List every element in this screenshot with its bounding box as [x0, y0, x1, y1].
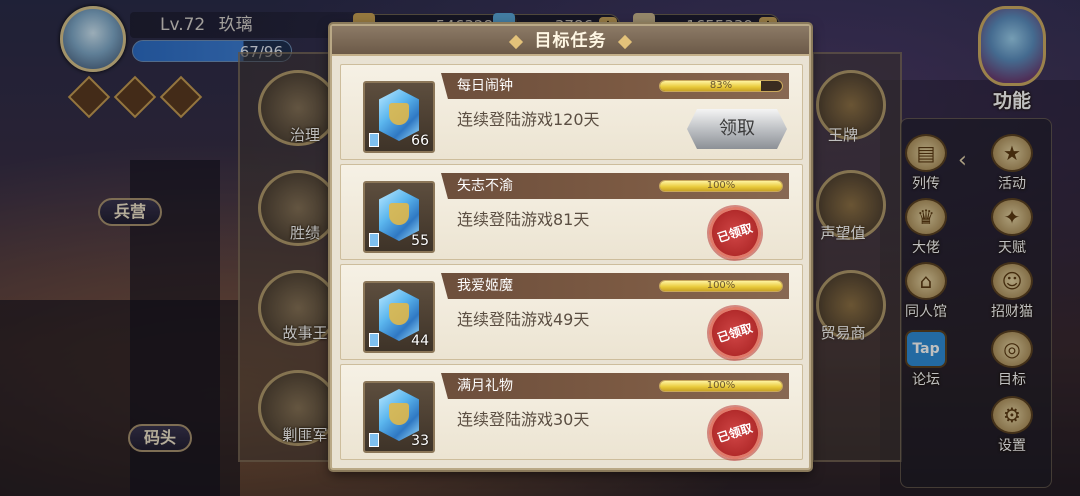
claimed-stamp: 已领取 [702, 300, 768, 366]
task-name: 我爱姬魔 [457, 278, 513, 294]
card-type-icon [369, 433, 379, 447]
claim-button[interactable]: 领取 [687, 109, 787, 149]
ornament-icon [617, 34, 632, 49]
emblem-icon [389, 103, 409, 125]
task-row: 33 满月礼物 100% 连续登陆游戏30天 已领取 [340, 364, 803, 466]
card-type-icon [369, 133, 379, 147]
dialog-title: 目标任务 [534, 31, 607, 51]
task-name: 每日闹钟 [457, 78, 513, 94]
dialog-header: 目标任务 [332, 26, 809, 56]
reward-count: 55 [411, 233, 429, 249]
task-description: 连续登陆游戏30天 [457, 410, 590, 429]
progress-text: 83% [709, 80, 733, 91]
reward-card[interactable]: 66 [363, 81, 435, 153]
progress-text: 100% [706, 380, 736, 391]
card-type-icon [369, 233, 379, 247]
emblem-icon [389, 403, 409, 425]
task-row: 44 我爱姬魔 100% 连续登陆游戏49天 已领取 [340, 264, 803, 366]
claimed-stamp: 已领取 [702, 200, 768, 266]
emblem-icon [389, 203, 409, 225]
reward-count: 66 [411, 133, 429, 149]
ornament-icon [509, 34, 524, 49]
task-description: 连续登陆游戏81天 [457, 210, 590, 229]
reward-card[interactable]: 33 [363, 381, 435, 453]
reward-count: 44 [411, 333, 429, 349]
task-description: 连续登陆游戏49天 [457, 310, 590, 329]
task-row: 66 每日闹钟 83% 连续登陆游戏120天 领取 [340, 64, 803, 160]
reward-card[interactable]: 44 [363, 281, 435, 353]
reward-card[interactable]: 55 [363, 181, 435, 253]
progress-text: 100% [706, 180, 736, 191]
emblem-icon [389, 303, 409, 325]
claimed-stamp: 已领取 [702, 400, 768, 466]
task-name: 矢志不渝 [457, 178, 513, 194]
task-name: 满月礼物 [457, 378, 513, 394]
target-task-dialog: 目标任务 66 每日闹钟 83% 连续登陆游戏120天 领取 55 矢志不渝 1… [330, 24, 811, 470]
reward-count: 33 [411, 433, 429, 449]
progress-text: 100% [706, 280, 736, 291]
task-row: 55 矢志不渝 100% 连续登陆游戏81天 已领取 [340, 164, 803, 266]
card-type-icon [369, 333, 379, 347]
task-description: 连续登陆游戏120天 [457, 110, 600, 129]
